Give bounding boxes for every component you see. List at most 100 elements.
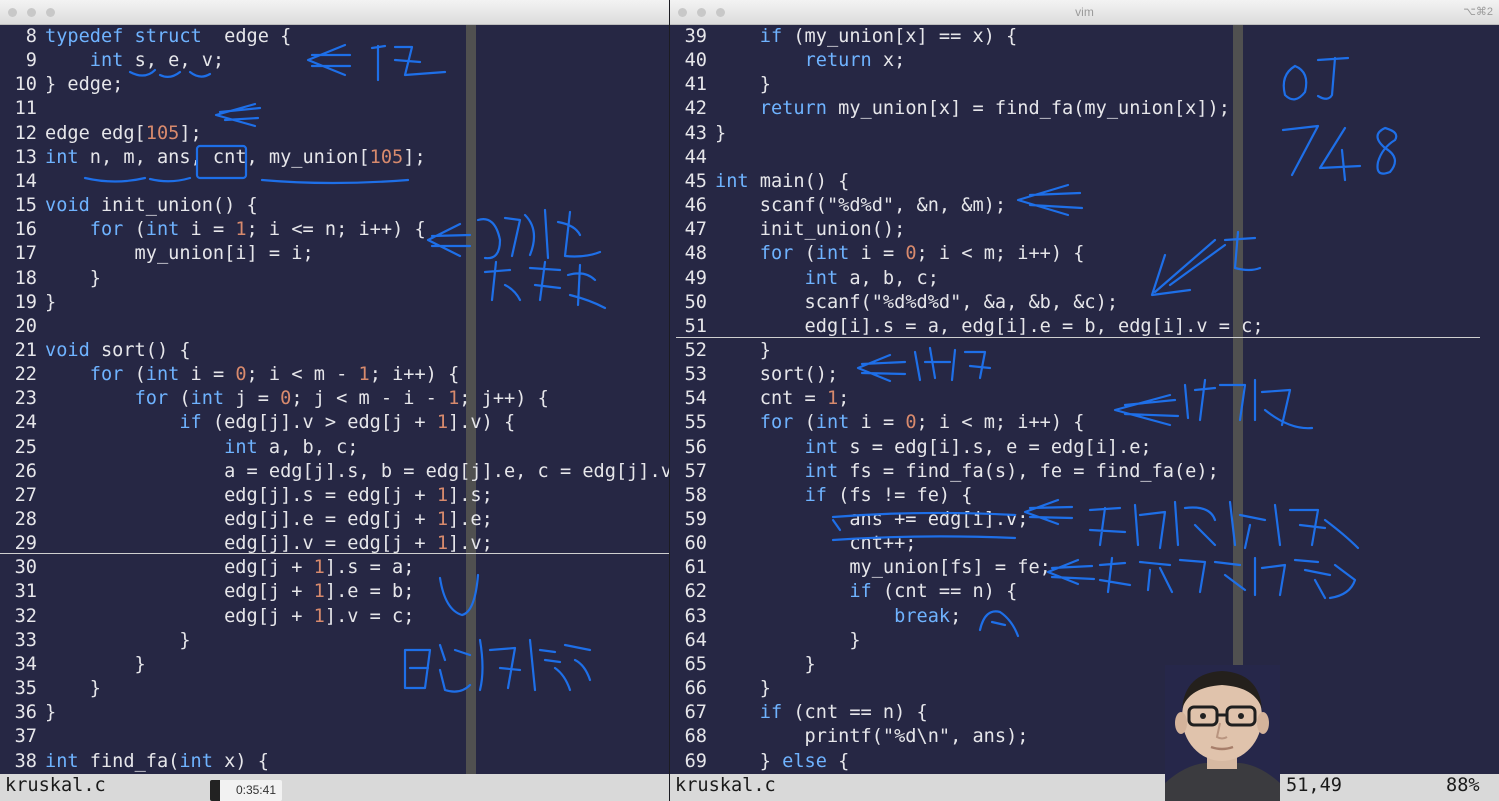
code-line[interactable]: 40 return x; [670, 49, 1499, 73]
code-line[interactable]: 13 int n, m, ans, cnt, my_union[105]; [0, 146, 669, 170]
code-line[interactable]: 53 sort(); [670, 363, 1499, 387]
code-line[interactable]: 56 int s = edg[i].s, e = edg[i].e; [670, 436, 1499, 460]
code-line[interactable]: 54 cnt = 1; [670, 387, 1499, 411]
number-token: 0 [905, 412, 917, 434]
code-line[interactable]: 12 edge edg[105]; [0, 122, 669, 146]
code-line[interactable]: 41 } [670, 73, 1499, 97]
keyword-token: for [759, 412, 794, 434]
code-line[interactable]: 35 } [0, 677, 669, 701]
keyword-token: int [190, 388, 225, 410]
line-number: 12 [14, 122, 37, 144]
code-line[interactable]: 59 ans += edg[i].v; [670, 508, 1499, 532]
code-line[interactable]: 50 scanf("%d%d%d", &a, &b, &c); [670, 291, 1499, 315]
code-token: sort() { [89, 339, 191, 361]
minimize-dot-icon[interactable] [27, 8, 36, 17]
code-line[interactable]: 52 } [670, 339, 1499, 363]
code-line[interactable]: 31 edg[j + 1].e = b; [0, 580, 669, 604]
code-line[interactable]: 57 int fs = find_fa(s), fe = find_fa(e); [670, 460, 1499, 484]
code-line[interactable]: 49 int a, b, c; [670, 267, 1499, 291]
code-line[interactable]: 69 } else { [670, 750, 1499, 774]
code-line[interactable]: 9 int s, e, v; [0, 49, 669, 73]
code-line[interactable]: 16 for (int i = 1; i <= n; i++) { [0, 218, 669, 242]
code-token: my_union[fs] = fe; [715, 557, 1051, 579]
zoom-dot-icon[interactable] [46, 8, 55, 17]
code-token: init_union(); [715, 219, 906, 241]
code-line[interactable]: 23 for (int j = 0; j < m - i - 1; j++) { [0, 387, 669, 411]
code-line[interactable]: 28 edg[j].e = edg[j + 1].e; [0, 508, 669, 532]
code-line[interactable]: 25 int a, b, c; [0, 436, 669, 460]
code-line[interactable]: 18 } [0, 267, 669, 291]
code-token: (cnt == n) { [782, 702, 928, 724]
code-line[interactable]: 24 if (edg[j].v > edg[j + 1].v) { [0, 411, 669, 435]
close-dot-icon[interactable] [8, 8, 17, 17]
code-token: } [45, 653, 146, 675]
code-line[interactable]: 58 if (fs != fe) { [670, 484, 1499, 508]
keyword-token: int [804, 436, 839, 458]
code-token: n, m, ans, cnt, my_union[ [78, 146, 370, 168]
left-statusline: kruskal.c [0, 774, 669, 801]
code-token: edg[j + [45, 581, 314, 603]
code-token: edg[i].s = a, edg[i].e = b, edg[i].v = c… [715, 315, 1264, 337]
code-line[interactable]: 55 for (int i = 0; i < m; i++) { [670, 411, 1499, 435]
code-token: i = [179, 364, 236, 386]
code-line[interactable]: 27 edg[j].s = edg[j + 1].s; [0, 484, 669, 508]
code-line[interactable]: 48 for (int i = 0; i < m; i++) { [670, 242, 1499, 266]
code-line[interactable]: 47 init_union(); [670, 218, 1499, 242]
code-line[interactable]: 66 } [670, 677, 1499, 701]
video-timestamp[interactable]: 0:35:41 [210, 780, 282, 801]
code-line[interactable]: 36} [0, 701, 669, 725]
code-line[interactable]: 10} edge; [0, 73, 669, 97]
code-line[interactable]: 63 break; [670, 605, 1499, 629]
code-token: edge { [201, 26, 292, 47]
code-line[interactable]: 64 } [670, 629, 1499, 653]
line-number: 45 [684, 170, 707, 192]
code-line[interactable]: 42 return my_union[x] = find_fa(my_union… [670, 97, 1499, 121]
number-token: 1 [313, 557, 325, 579]
code-line[interactable]: 19} [0, 291, 669, 315]
code-line[interactable]: 33 } [0, 629, 669, 653]
line-number: 50 [684, 291, 707, 313]
code-line[interactable]: 67 if (cnt == n) { [670, 701, 1499, 725]
code-line[interactable]: 21 void sort() { [0, 339, 669, 363]
line-number: 49 [684, 267, 707, 289]
code-line[interactable]: 39 if (my_union[x] == x) { [670, 25, 1499, 49]
code-line[interactable]: 30 edg[j + 1].s = a; [0, 556, 669, 580]
code-line[interactable]: 43} [670, 122, 1499, 146]
code-line[interactable]: 8 typedef struct edge { [0, 25, 669, 49]
code-line[interactable]: 60 cnt++; [670, 532, 1499, 556]
code-line[interactable]: 61 my_union[fs] = fe; [670, 556, 1499, 580]
presenter-webcam [1165, 665, 1280, 801]
code-line[interactable]: 37 [0, 725, 669, 749]
code-line[interactable]: 32 edg[j + 1].v = c; [0, 605, 669, 629]
line-number: 10 [14, 74, 37, 96]
code-token: } [45, 267, 101, 289]
code-line[interactable]: 34 } [0, 653, 669, 677]
code-line[interactable]: 11 [0, 97, 669, 121]
code-token: } [715, 678, 771, 700]
code-line[interactable]: 45 int main() { [670, 170, 1499, 194]
code-line[interactable]: 20 [0, 315, 669, 339]
code-line[interactable]: 44 [670, 146, 1499, 170]
code-line[interactable]: 46 scanf("%d%d", &n, &m); [670, 194, 1499, 218]
number-token: 1 [358, 364, 370, 386]
code-line[interactable]: 17 my_union[i] = i; [0, 242, 669, 266]
code-line[interactable]: 15 void init_union() { [0, 194, 669, 218]
code-token: } [715, 122, 727, 144]
code-line[interactable]: 38 int find_fa(int x) { [0, 750, 669, 774]
code-line[interactable]: 65 } [670, 653, 1499, 677]
code-token: } [715, 629, 861, 651]
code-line[interactable]: 22 for (int i = 0; i < m - 1; i++) { [0, 363, 669, 387]
line-number: 16 [14, 219, 37, 241]
line-number: 41 [684, 74, 707, 96]
code-token: my_union[x] = find_fa(my_union[x]); [826, 98, 1230, 120]
code-line[interactable]: 51 edg[i].s = a, edg[i].e = b, edg[i].v … [670, 315, 1499, 339]
code-line[interactable]: 14 [0, 170, 669, 194]
code-line[interactable]: 62 if (cnt == n) { [670, 580, 1499, 604]
code-line[interactable]: 68 printf("%d\n", ans); [670, 725, 1499, 749]
code-token: ]; [403, 146, 426, 168]
code-line[interactable]: 26 a = edg[j].s, b = edg[j].e, c = edg[j… [0, 460, 669, 484]
